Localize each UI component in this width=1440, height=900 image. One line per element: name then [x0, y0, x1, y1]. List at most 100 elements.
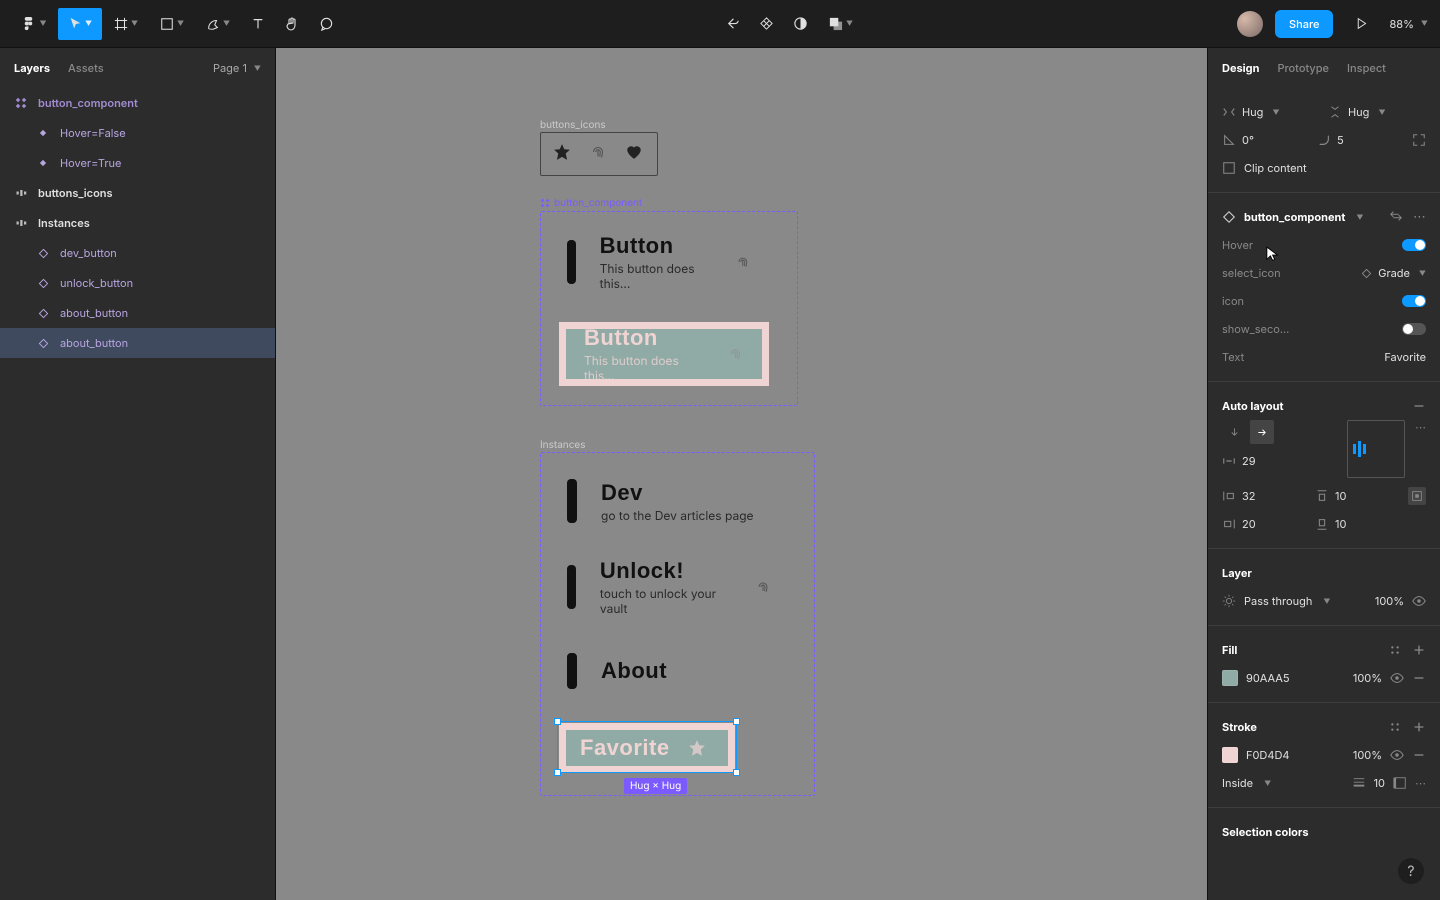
tab-assets[interactable]: Assets — [68, 61, 104, 75]
move-tool[interactable]: ▼ — [58, 8, 102, 40]
section-selection-colors: Selection colors — [1208, 808, 1440, 856]
hand-tool[interactable] — [276, 8, 308, 40]
component-controls[interactable] — [751, 8, 783, 40]
instance-unlock[interactable]: Unlock! touch to unlock your vault — [559, 557, 789, 617]
show-seco-toggle[interactable] — [1402, 323, 1426, 335]
frame-button-component[interactable]: Button This button does this... Button T… — [540, 211, 798, 406]
more-options[interactable]: ⋯ — [1413, 209, 1426, 225]
stroke-color[interactable]: F0D4D4 — [1246, 748, 1290, 762]
checkbox-icon — [1222, 161, 1236, 175]
pen-tool[interactable]: ▼ — [196, 8, 240, 40]
comment-tool[interactable] — [310, 8, 342, 40]
individual-corners[interactable] — [1412, 133, 1426, 147]
boolean-ops[interactable]: ▼ — [819, 8, 863, 40]
frame-buttons-icons[interactable] — [540, 132, 658, 176]
tab-prototype[interactable]: Prototype — [1277, 61, 1329, 75]
height-constraint[interactable]: Hug▼ — [1328, 105, 1426, 119]
fill-color[interactable]: 90AAA5 — [1246, 671, 1290, 685]
instance-dev[interactable]: Dev go to the Dev articles page — [559, 471, 779, 531]
fingerprint-icon — [589, 143, 607, 161]
remove-stroke[interactable] — [1412, 748, 1426, 762]
fill-styles[interactable] — [1388, 643, 1402, 657]
alignment-box[interactable] — [1347, 420, 1405, 478]
padding-right[interactable]: 20 — [1222, 517, 1307, 531]
zoom-control[interactable]: 88%▼ — [1389, 17, 1428, 31]
mouse-cursor — [1266, 246, 1280, 264]
stroke-more[interactable]: ⋯ — [1415, 776, 1426, 790]
variant-default[interactable]: Button This button does this... — [559, 232, 769, 292]
present-button[interactable] — [1345, 8, 1377, 40]
fill-swatch[interactable] — [1222, 670, 1238, 686]
shape-tool[interactable]: ▼ — [150, 8, 194, 40]
stroke-weight[interactable]: 10 — [1374, 776, 1385, 790]
layer-hover-true[interactable]: Hover=True — [0, 148, 275, 178]
stroke-styles[interactable] — [1388, 720, 1402, 734]
component-name[interactable]: button_component — [1244, 210, 1345, 224]
icon-toggle[interactable] — [1402, 295, 1426, 307]
instance-about[interactable]: About — [559, 645, 709, 697]
individual-padding[interactable] — [1408, 487, 1426, 505]
fill-opacity[interactable]: 100% — [1353, 671, 1382, 685]
avatar[interactable] — [1237, 11, 1263, 37]
selection-handle[interactable] — [554, 718, 561, 725]
page-selector[interactable]: Page 1▼ — [213, 61, 261, 75]
button-subtitle: go to the Dev articles page — [601, 508, 754, 523]
direction-vertical[interactable] — [1222, 420, 1246, 444]
tab-design[interactable]: Design — [1222, 61, 1259, 75]
layer-about-button-2[interactable]: about_button — [0, 328, 275, 358]
layer-buttons-icons[interactable]: buttons_icons — [0, 178, 275, 208]
frame-tool[interactable]: ▼ — [104, 8, 148, 40]
layer-dev-button[interactable]: dev_button — [0, 238, 275, 268]
add-fill[interactable] — [1412, 643, 1426, 657]
frame-label: Instances — [540, 439, 586, 451]
remove-autolayout[interactable] — [1412, 399, 1426, 413]
stroke-sides[interactable] — [1393, 776, 1407, 790]
swap-instance[interactable] — [1389, 209, 1403, 223]
help-button[interactable]: ? — [1398, 858, 1424, 884]
width-constraint[interactable]: Hug▼ — [1222, 105, 1320, 119]
layer-hover-false[interactable]: Hover=False — [0, 118, 275, 148]
layer-instances-frame[interactable]: Instances — [0, 208, 275, 238]
text-field[interactable]: Favorite — [1384, 350, 1426, 364]
design-panel: Design Prototype Inspect Hug▼ Hug▼ 0° 5 … — [1207, 48, 1440, 900]
selection-handle[interactable] — [733, 769, 740, 776]
layer-about-button-1[interactable]: about_button — [0, 298, 275, 328]
stroke-swatch[interactable] — [1222, 747, 1238, 763]
stroke-opacity[interactable]: 100% — [1353, 748, 1382, 762]
tab-layers[interactable]: Layers — [14, 61, 50, 75]
remove-fill[interactable] — [1412, 671, 1426, 685]
reset-instance[interactable] — [717, 8, 749, 40]
layer-unlock-button[interactable]: unlock_button — [0, 268, 275, 298]
hover-toggle[interactable] — [1402, 239, 1426, 251]
padding-top[interactable]: 10 — [1315, 489, 1400, 503]
button-title: Dev — [601, 480, 754, 506]
visibility-toggle[interactable] — [1412, 594, 1426, 608]
fill-visibility[interactable] — [1390, 671, 1404, 685]
gap-field[interactable]: 29 — [1222, 454, 1337, 468]
radius-field[interactable]: 5 — [1317, 133, 1404, 147]
mask-toggle[interactable] — [785, 8, 817, 40]
direction-horizontal[interactable] — [1250, 420, 1274, 444]
main-menu[interactable]: ▼ — [12, 8, 56, 40]
text-tool[interactable] — [242, 8, 274, 40]
rotation-field[interactable]: 0° — [1222, 133, 1309, 147]
blend-mode[interactable]: Pass through — [1244, 594, 1312, 608]
add-stroke[interactable] — [1412, 720, 1426, 734]
selection-handle[interactable] — [554, 769, 561, 776]
share-button[interactable]: Share — [1275, 10, 1333, 38]
layer-button-component[interactable]: button_component — [0, 88, 275, 118]
padding-left[interactable]: 32 — [1222, 489, 1307, 503]
tab-inspect[interactable]: Inspect — [1347, 61, 1386, 75]
variant-hover[interactable]: Button This button does this... — [559, 322, 769, 386]
canvas[interactable]: buttons_icons button_component Button Th… — [276, 48, 1207, 900]
clip-content-toggle[interactable]: Clip content — [1222, 154, 1426, 182]
stroke-visibility[interactable] — [1390, 748, 1404, 762]
selection-handle[interactable] — [733, 718, 740, 725]
select-icon-dropdown[interactable]: Grade▼ — [1361, 266, 1426, 280]
padding-bottom[interactable]: 10 — [1315, 517, 1400, 531]
stroke-position[interactable]: Inside — [1222, 776, 1253, 790]
autolayout-more[interactable]: ⋯ — [1415, 420, 1426, 434]
layer-opacity[interactable]: 100% — [1375, 594, 1404, 608]
stroke-weight-icon — [1352, 776, 1366, 790]
blend-icon — [1222, 594, 1236, 608]
